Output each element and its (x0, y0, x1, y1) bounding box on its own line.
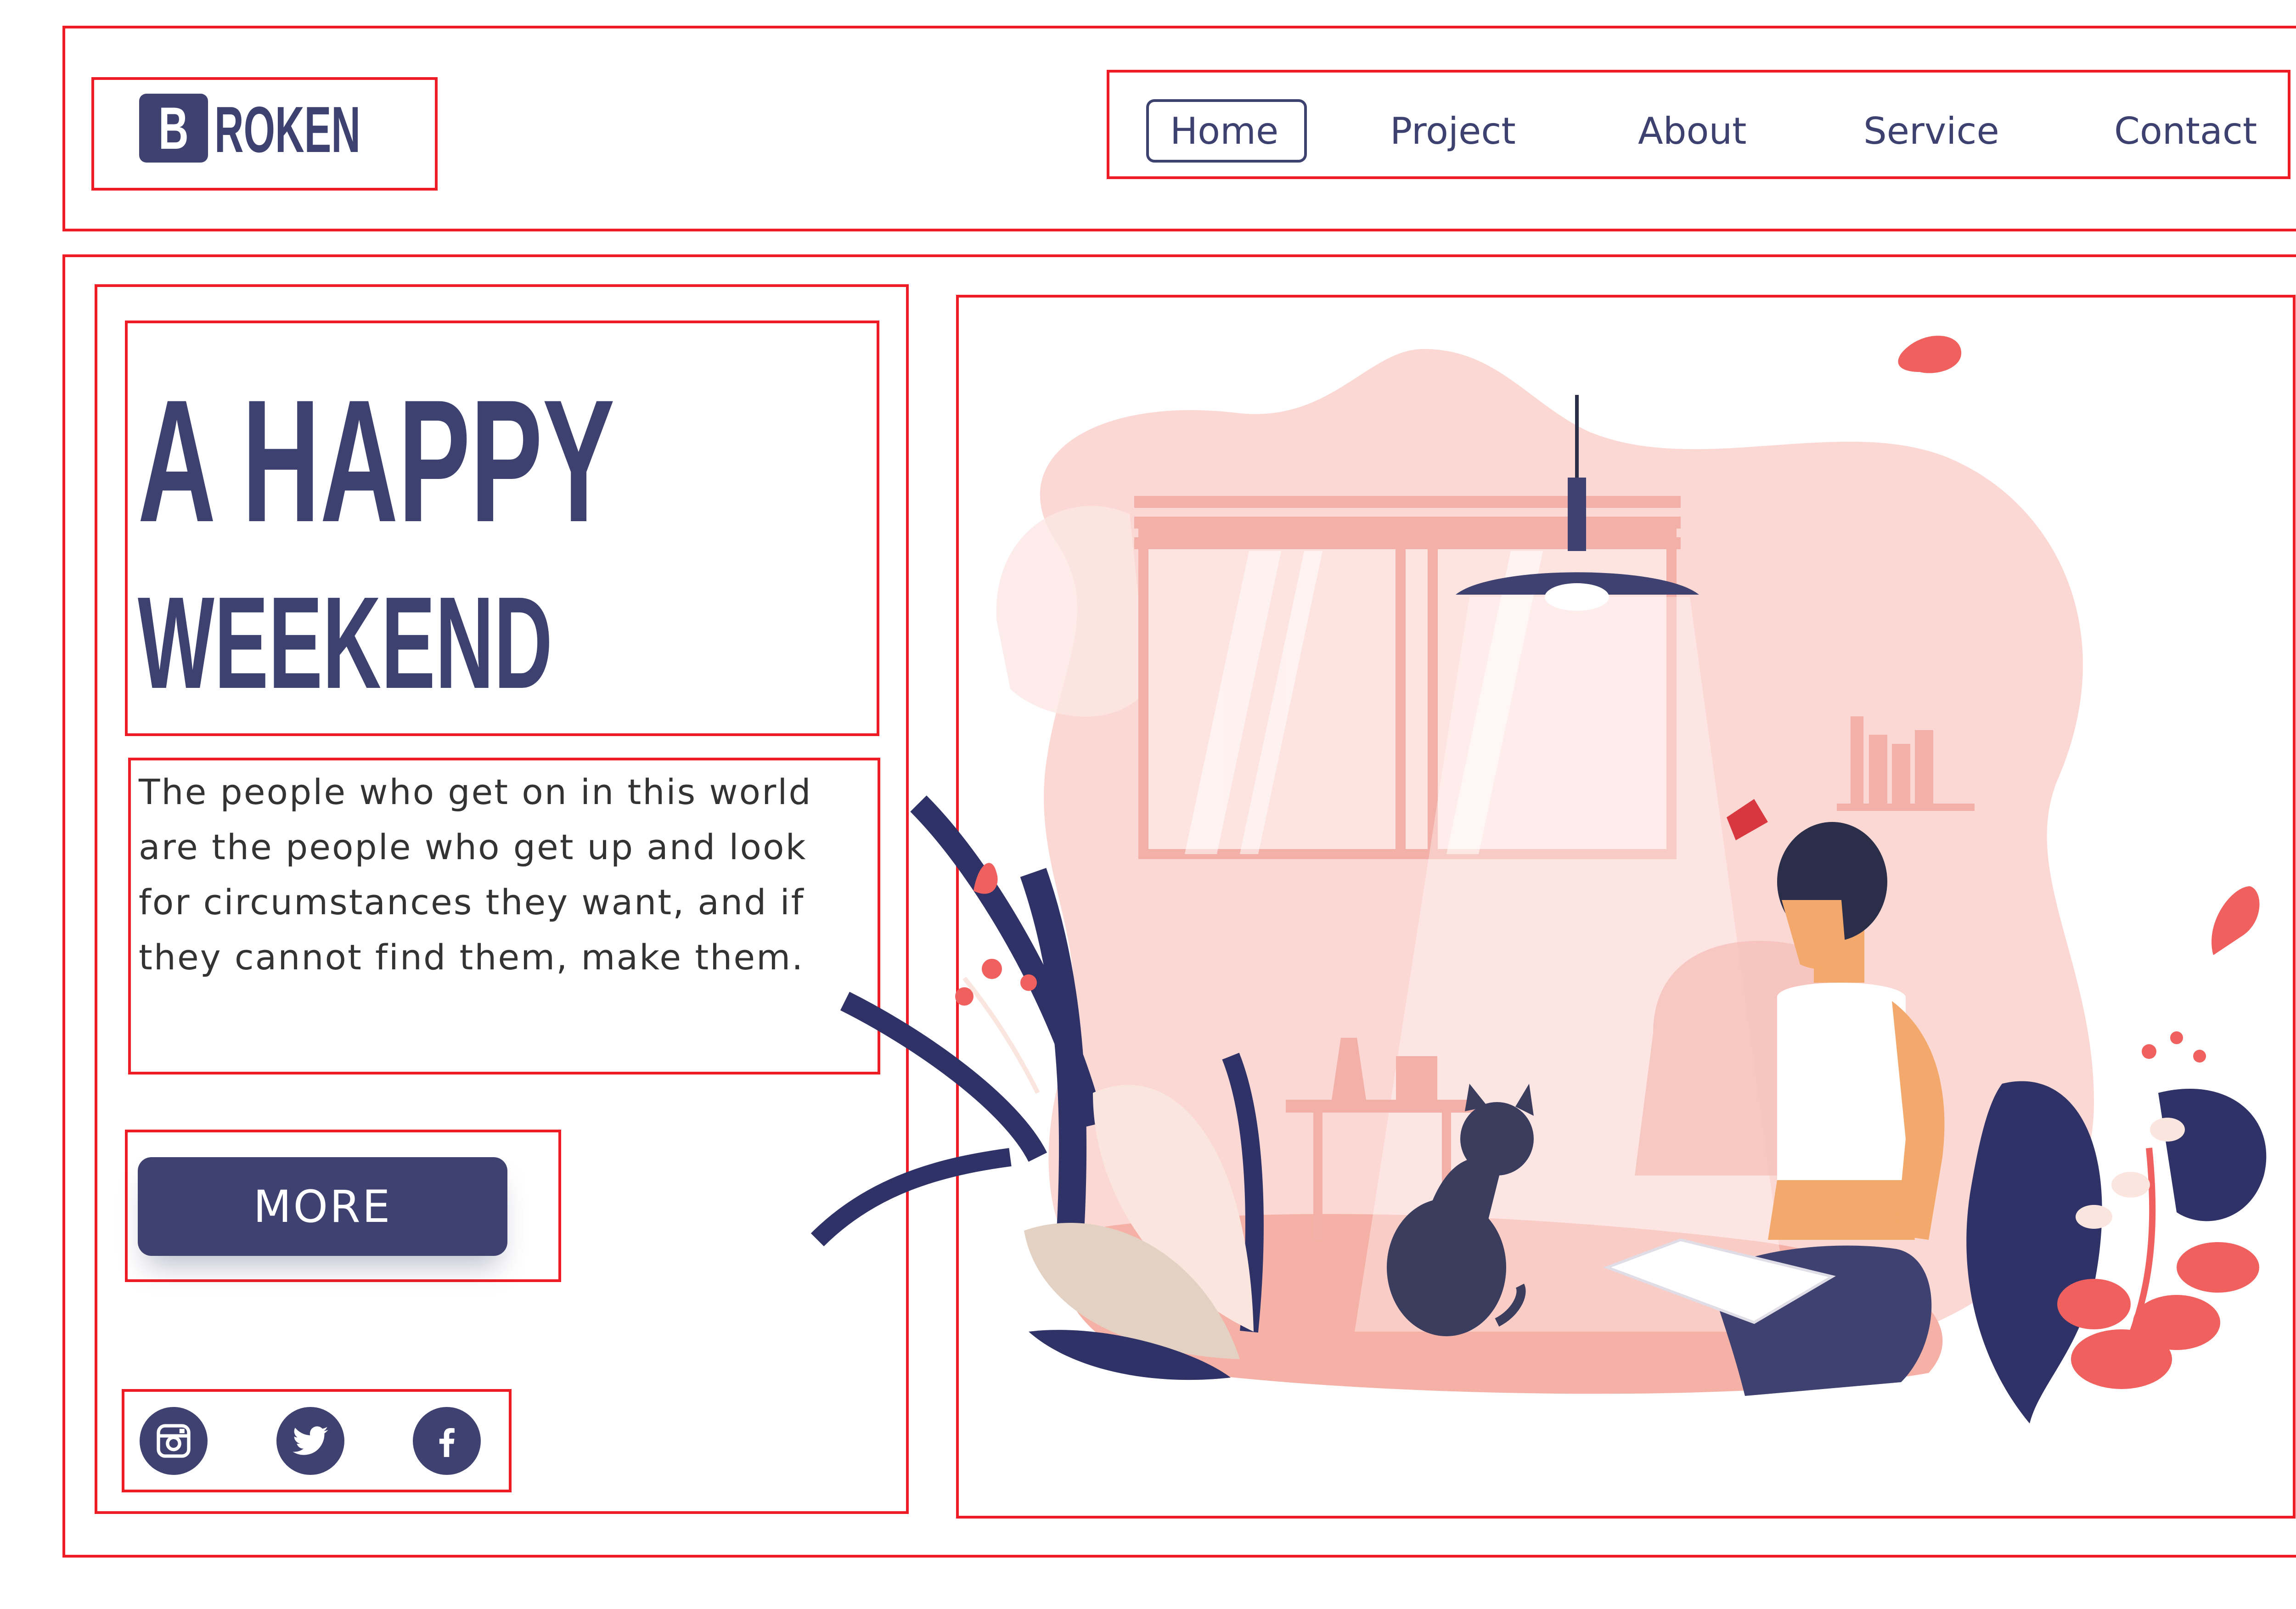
petal-top (1898, 336, 1962, 373)
more-button-label: MORE (253, 1181, 392, 1232)
more-button[interactable]: MORE (138, 1157, 507, 1256)
nav-about[interactable]: About (1638, 113, 1747, 150)
room-background-blob-back (996, 506, 1148, 717)
instagram-icon (157, 1424, 191, 1458)
window-blinds (1134, 496, 1681, 549)
hero-description-line: are the people who get up and look (139, 827, 807, 867)
hero-description-line: The people who get on in this world (139, 771, 812, 812)
hero-illustration (810, 336, 2267, 1423)
nav-contact[interactable]: Contact (2114, 113, 2257, 150)
logo-wordmark: ROKEN (214, 93, 360, 166)
nav-service[interactable]: Service (1863, 113, 1999, 150)
petal-right (2212, 886, 2260, 955)
twitter-button[interactable] (276, 1407, 344, 1475)
hero-title-line1: A HAPPY (138, 363, 615, 558)
nav-project[interactable]: Project (1390, 113, 1516, 150)
logo-letter: B (158, 95, 189, 162)
hero-title-line2: WEEKEND (138, 570, 553, 716)
facebook-icon (439, 1428, 455, 1457)
logo-mark: B (139, 94, 208, 163)
instagram-button[interactable] (140, 1407, 208, 1475)
twitter-icon (293, 1426, 328, 1455)
nav-home[interactable]: Home (1170, 113, 1278, 150)
hero-description-line: for circumstances they want, and if (139, 882, 805, 923)
hero-description-line: they cannot find them, make them. (139, 937, 805, 978)
facebook-button[interactable] (413, 1407, 481, 1475)
right-plants (1966, 1031, 2267, 1423)
